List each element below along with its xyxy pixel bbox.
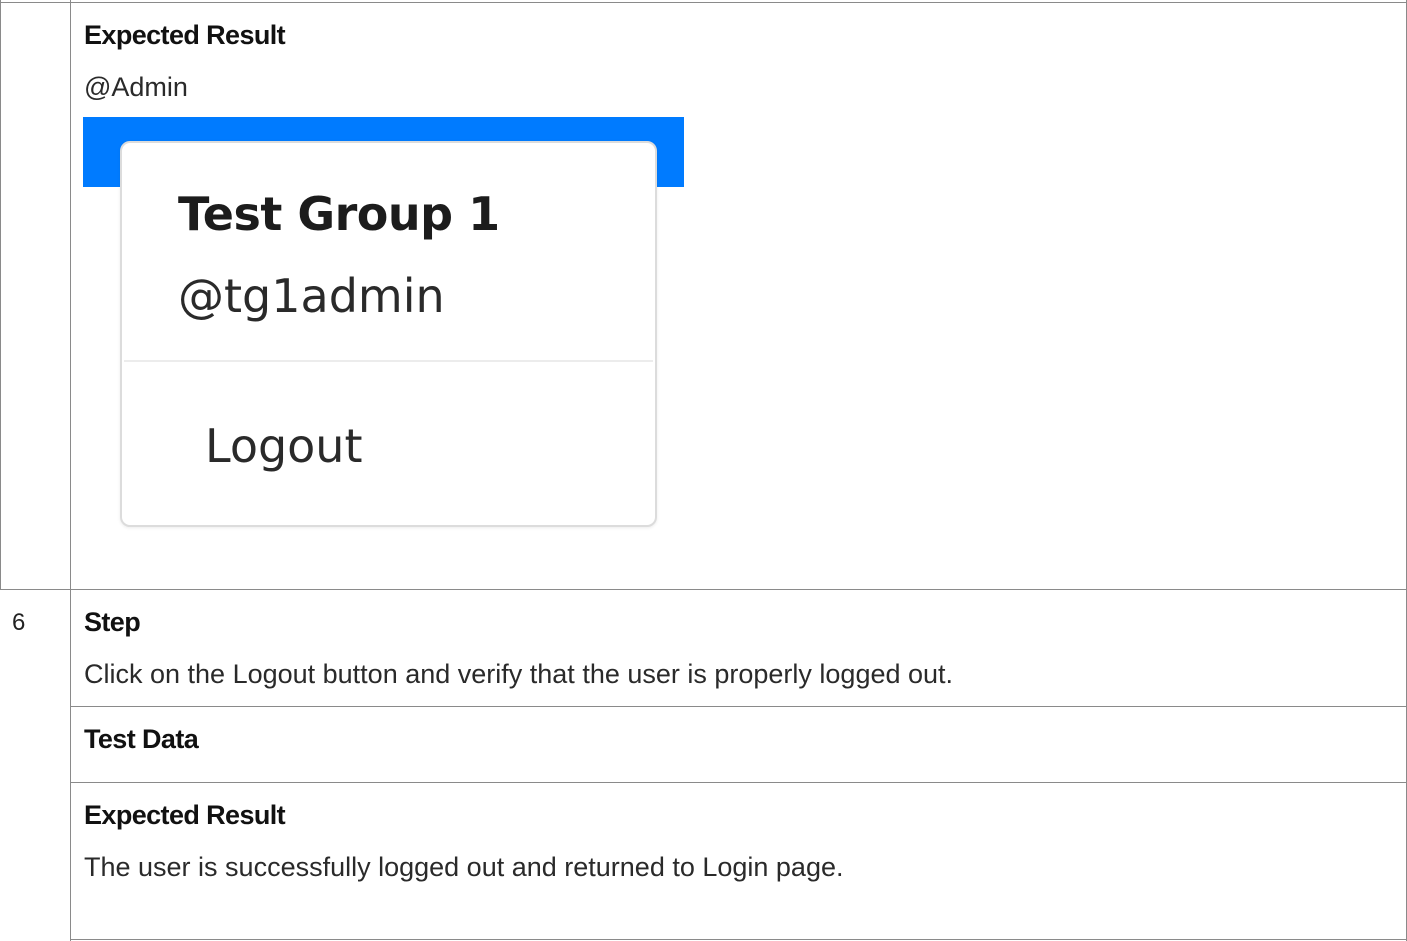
cell-divider-step [70, 706, 1407, 707]
test-case-table: Expected Result @Admin Test Group 1 @tg1… [0, 0, 1407, 941]
table-bottom-border [70, 939, 1407, 940]
account-dropdown-menu: Test Group 1 @tg1admin Logout [120, 141, 657, 527]
group-name: Test Group 1 [178, 187, 500, 241]
embedded-screenshot: Test Group 1 @tg1admin Logout [83, 117, 684, 547]
cell-divider-test-data [70, 782, 1407, 783]
expected-result-text: @Admin [84, 72, 188, 102]
step-number: 6 [12, 609, 26, 636]
step-text: Click on the Logout button and verify th… [84, 659, 954, 689]
logout-menu-item: Logout [205, 419, 363, 473]
username: @tg1admin [178, 269, 445, 323]
table-top-border [0, 2, 1407, 3]
table-left-border [0, 0, 1, 590]
table-column-divider [70, 0, 71, 941]
expected-result-heading: Expected Result [84, 20, 286, 50]
step-heading: Step [84, 607, 141, 637]
expected-result-text-6: The user is successfully logged out and … [84, 852, 844, 882]
expected-result-heading-6: Expected Result [84, 800, 286, 830]
row-divider [0, 589, 1407, 590]
dropdown-divider [124, 360, 653, 362]
test-data-heading: Test Data [84, 724, 199, 754]
